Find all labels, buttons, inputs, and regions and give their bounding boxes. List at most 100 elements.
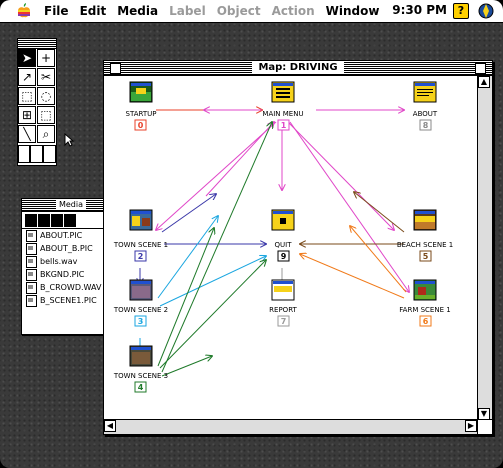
picture-file-icon	[26, 268, 37, 281]
node-beach-scene-1[interactable]: BEACH SCENE 1 5	[397, 209, 453, 262]
node-label: TOWN SCENE 3	[113, 372, 168, 380]
view-3-tool-icon[interactable]	[43, 145, 56, 163]
node-main-menu[interactable]: MAIN MENU 1	[262, 81, 304, 131]
media-type-movies-icon[interactable]	[51, 213, 63, 227]
close-box-icon[interactable]	[110, 63, 121, 74]
scroll-up-arrow-icon[interactable]: ▲	[478, 76, 490, 88]
scissors-tool-icon[interactable]: ✂	[37, 68, 55, 86]
lasso-tool-icon[interactable]: ◌	[37, 87, 55, 105]
link-town1-mainmenu	[205, 122, 274, 197]
map-horizontal-scrollbar[interactable]: ◀ ▶	[104, 419, 477, 434]
scroll-left-arrow-icon[interactable]: ◀	[104, 420, 116, 432]
menu-label[interactable]: Label	[169, 4, 206, 18]
menu-media[interactable]: Media	[117, 4, 158, 18]
node-about[interactable]: ABOUT 8	[413, 81, 438, 131]
node-label: STARTUP	[126, 110, 157, 118]
file-name: B_CROWD.WAV	[40, 283, 102, 292]
node-badge-number: 7	[281, 317, 287, 326]
mouse-cursor-icon	[64, 133, 74, 147]
link-mainmenu-farm	[289, 121, 409, 292]
media-type-text-icon[interactable]	[64, 213, 76, 227]
node-town-scene-2[interactable]: TOWN SCENE 2 3	[113, 279, 168, 327]
map-window-titlebar[interactable]: Map: DRIVING	[104, 61, 492, 76]
dotted-select-tool-icon[interactable]: ⬚	[37, 106, 55, 124]
media-file-list: ABOUT.PIC ABOUT_B.PIC bells.wav BKGND.PI…	[22, 229, 108, 307]
menu-window[interactable]: Window	[326, 4, 380, 18]
node-label: FARM SCENE 1	[399, 306, 450, 314]
help-menu-icon[interactable]: ?	[453, 3, 469, 19]
list-item[interactable]: ABOUT_B.PIC	[22, 242, 108, 255]
line-tool-icon[interactable]: ╲	[18, 125, 36, 143]
node-label: REPORT	[269, 306, 297, 314]
list-item[interactable]: BKGND.PIC	[22, 268, 108, 281]
zoom-box-icon[interactable]	[475, 63, 486, 74]
list-item[interactable]: bells.wav	[22, 255, 108, 268]
node-badge-number: 8	[423, 121, 429, 130]
link-farm-main	[350, 226, 407, 293]
node-badge-number: 4	[138, 383, 144, 392]
link-town2-quit	[159, 256, 266, 307]
file-name: ABOUT.PIC	[40, 231, 83, 240]
application-menu-icon[interactable]	[478, 3, 494, 19]
media-type-pictures-icon[interactable]	[25, 213, 37, 227]
media-type-sounds-icon[interactable]	[38, 213, 50, 227]
sound-file-icon	[26, 281, 37, 294]
node-label: BEACH SCENE 1	[397, 241, 453, 249]
file-name: bells.wav	[40, 257, 78, 266]
node-label: TOWN SCENE 2	[113, 306, 168, 314]
node-report[interactable]: REPORT 7	[269, 279, 298, 327]
resize-grip-icon[interactable]	[477, 419, 492, 434]
file-name: BKGND.PIC	[40, 270, 85, 279]
link-mainmenu-town1	[156, 121, 277, 230]
file-name: B_SCENE1.PIC	[40, 296, 97, 305]
map-window-title: Map: DRIVING	[252, 62, 344, 73]
node-startup[interactable]: STARTUP 0	[126, 81, 157, 131]
marquee-tool-icon[interactable]: ⬚	[18, 87, 36, 105]
node-label: ABOUT	[413, 110, 438, 118]
picture-file-icon	[26, 229, 37, 242]
grid-tool-icon[interactable]: ⊞	[18, 106, 36, 124]
node-badge-number: 5	[423, 252, 429, 261]
node-quit[interactable]: QUIT 9	[271, 209, 295, 262]
link-town3-quit	[159, 260, 266, 369]
arrow-tool-icon[interactable]: ➤	[18, 49, 36, 67]
node-town-scene-3[interactable]: TOWN SCENE 3 4	[113, 345, 168, 393]
node-label: TOWN SCENE 1	[113, 241, 168, 249]
menu-file[interactable]: File	[44, 4, 69, 18]
node-badge-number: 2	[138, 252, 144, 261]
apple-menu-icon[interactable]	[16, 3, 32, 19]
picture-file-icon	[26, 294, 37, 307]
list-item[interactable]: ABOUT.PIC	[22, 229, 108, 242]
map-vertical-scrollbar[interactable]: ▲ ▼	[477, 76, 492, 420]
scroll-right-arrow-icon[interactable]: ▶	[465, 420, 477, 432]
list-item[interactable]: B_SCENE1.PIC	[22, 294, 108, 307]
crosshair-tool-icon[interactable]: +	[37, 49, 55, 67]
view-2-tool-icon[interactable]	[30, 145, 43, 163]
node-label: QUIT	[275, 241, 293, 249]
map-canvas: STARTUP 0 MAIN MENU 1 ABOUT 8 TOWN SCENE…	[113, 81, 453, 393]
menu-action[interactable]: Action	[272, 4, 315, 18]
zoom-tool-icon[interactable]: ⌕	[37, 125, 55, 143]
link-tool-icon[interactable]: ↗	[18, 68, 36, 86]
node-badge-number: 0	[138, 121, 144, 130]
node-badge-number: 1	[281, 121, 287, 130]
node-badge-number: 3	[138, 317, 144, 326]
menu-edit[interactable]: Edit	[80, 4, 107, 18]
node-badge-number: 6	[423, 317, 429, 326]
link-farm-quit	[300, 254, 405, 299]
list-item[interactable]: B_CROWD.WAV	[22, 281, 108, 294]
menu-object[interactable]: Object	[217, 4, 261, 18]
menu-clock[interactable]: 9:30 PM	[392, 3, 447, 17]
node-badge-number: 9	[281, 252, 287, 261]
node-farm-scene-1[interactable]: FARM SCENE 1 6	[399, 279, 451, 327]
link-town3-main2	[161, 122, 272, 373]
tool-palette-titlebar[interactable]	[18, 39, 56, 49]
view-1-tool-icon[interactable]	[18, 145, 30, 163]
sound-file-icon	[26, 255, 37, 268]
node-label: MAIN MENU	[262, 110, 303, 118]
link-mainmenu-beach	[287, 121, 394, 230]
media-window-title: Media	[55, 200, 87, 209]
node-town-scene-1[interactable]: TOWN SCENE 1 2	[113, 209, 168, 262]
menu-bar: File Edit Media Label Object Action Wind…	[0, 0, 503, 23]
file-name: ABOUT_B.PIC	[40, 244, 93, 253]
